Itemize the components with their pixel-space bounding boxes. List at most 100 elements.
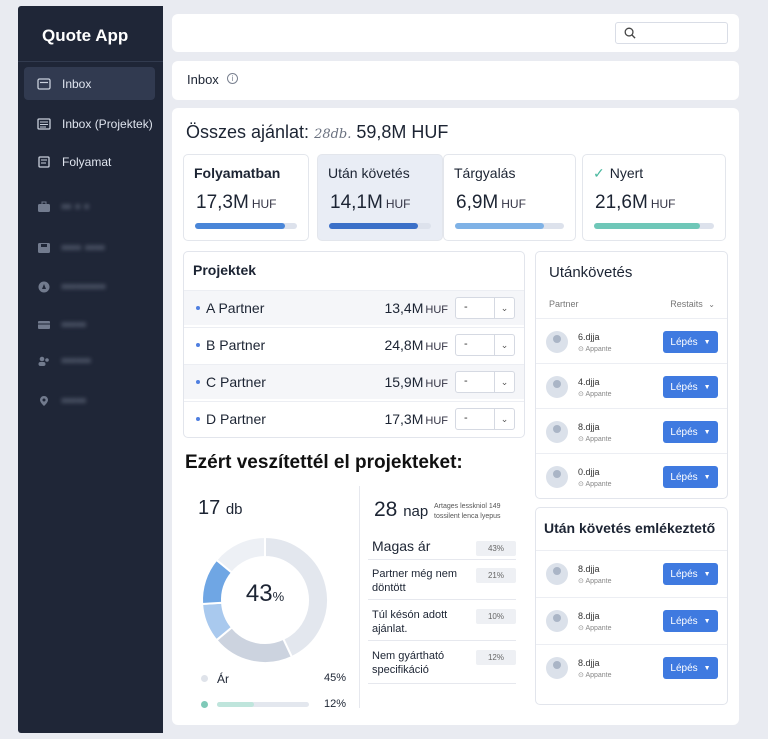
step-button[interactable]: Lépés ▼ bbox=[663, 331, 718, 353]
kpi-value-unit: HUF bbox=[385, 197, 411, 211]
partner-sub: ⊙ Appante bbox=[578, 671, 612, 679]
top-bar bbox=[172, 14, 739, 52]
sidebar-item-0[interactable]: Inbox bbox=[24, 67, 155, 100]
legend-dot bbox=[201, 701, 208, 708]
table-row[interactable]: B Partner 24,8M HUF - ⌄ bbox=[184, 327, 524, 362]
lost-count: 17 db bbox=[198, 497, 243, 520]
sidebar-item-3[interactable]: ▪▪ ▪ ▪ bbox=[24, 190, 155, 223]
reason-label: Partner még nem döntött bbox=[372, 568, 457, 594]
select-value: - bbox=[464, 412, 468, 424]
table-row[interactable]: D Partner 17,3M HUF - ⌄ bbox=[184, 401, 524, 436]
info-icon[interactable]: i bbox=[227, 73, 238, 84]
reasons-panel: 28 nap Artages lesskniol 149 tossilent l… bbox=[359, 486, 524, 708]
partner-sub-text: Appante bbox=[585, 436, 612, 443]
project-value: 24,8M HUF bbox=[384, 337, 448, 353]
sidebar-item-label: ▪▪▪▪ ▪▪▪▪ bbox=[62, 241, 106, 254]
sidebar-item-4[interactable]: ▪▪▪▪ ▪▪▪▪ bbox=[24, 231, 155, 264]
project-status-select[interactable]: - ⌄ bbox=[455, 408, 515, 430]
avatar bbox=[546, 421, 568, 443]
project-status-select[interactable]: - ⌄ bbox=[455, 371, 515, 393]
sidebar-item-label: Inbox (Projektek) bbox=[62, 116, 153, 131]
lost-days-value: 28 bbox=[374, 498, 398, 521]
sidebar-item-2[interactable]: Folyamat bbox=[24, 145, 155, 178]
kpi-label-text: Után követés bbox=[328, 165, 410, 181]
projects-card: Projektek A Partner 13,4M HUF - ⌄ B Partner 24… bbox=[183, 251, 525, 438]
table-row[interactable]: C Partner 15,9M HUF - ⌄ bbox=[184, 364, 524, 399]
kpi-progress-fill bbox=[195, 223, 285, 229]
reason-percent: 10% bbox=[476, 609, 516, 624]
kpi-card-0[interactable]: Folyamatban 17,3M HUF bbox=[183, 154, 309, 241]
search-input[interactable] bbox=[615, 22, 728, 44]
kpi-value: 17,3M HUF bbox=[196, 192, 276, 214]
sidebar-item-1[interactable]: Inbox (Projektek) bbox=[24, 107, 155, 140]
caret-down-icon: ▼ bbox=[703, 570, 711, 578]
step-button-label: Lépés bbox=[670, 471, 698, 483]
partner-sub-text: Appante bbox=[585, 672, 612, 679]
project-value-number: 13,4M bbox=[384, 300, 424, 316]
sidebar-item-label: ▪▪▪▪▪▪ bbox=[62, 354, 92, 367]
partner-name: 0.djja bbox=[578, 467, 600, 477]
list-item: 8.djja ⊙ Appante Lépés ▼ bbox=[536, 550, 727, 595]
project-status-select[interactable]: - ⌄ bbox=[455, 297, 515, 319]
kpi-progress-track bbox=[195, 223, 297, 229]
legend-bar bbox=[217, 702, 309, 707]
dashboard-panel: Összes ajánlat: 28db. 59,8M HUF Folyamat… bbox=[172, 108, 739, 725]
sidebar-item-label: ▪▪ ▪ ▪ bbox=[62, 200, 90, 213]
step-button[interactable]: Lépés ▼ bbox=[663, 376, 718, 398]
reason-percent: 12% bbox=[476, 650, 516, 665]
step-button[interactable]: Lépés ▼ bbox=[663, 657, 718, 679]
sidebar-item-7[interactable]: ▪▪▪▪▪▪ bbox=[24, 344, 155, 377]
legend-value: 12% bbox=[323, 698, 346, 710]
partner-name: 8.djja bbox=[578, 658, 600, 668]
reason-label: Túl késón adott ajánlat. bbox=[372, 609, 448, 635]
step-button[interactable]: Lépés ▼ bbox=[663, 610, 718, 632]
caret-down-icon: ▼ bbox=[703, 428, 711, 436]
sidebar-item-8[interactable]: ▪▪▪▪▪ bbox=[24, 384, 155, 417]
reason-row: Nem gyártható specifikáció 12% bbox=[368, 644, 516, 684]
kpi-card-3[interactable]: ✓ Nyert 21,6M HUF bbox=[582, 154, 726, 241]
avatar bbox=[546, 466, 568, 488]
avatar bbox=[546, 563, 568, 585]
column-header-status[interactable]: Restaits ⌄ bbox=[670, 299, 715, 309]
step-button[interactable]: Lépés ▼ bbox=[663, 563, 718, 585]
sidebar-item-5[interactable]: ▪▪▪▪▪▪▪▪▪ bbox=[24, 270, 155, 303]
sidebar-item-label: ▪▪▪▪▪ bbox=[62, 394, 87, 407]
step-button[interactable]: Lépés ▼ bbox=[663, 421, 718, 443]
reminder-title: Után követés emlékeztető bbox=[544, 520, 716, 536]
partner-sub-text: Appante bbox=[585, 625, 612, 632]
lost-days-note: Artages lesskniol 149 tossilent lenca ly… bbox=[434, 503, 501, 520]
donut-slice-1 bbox=[215, 626, 294, 664]
kpi-value-number: 6,9M bbox=[456, 192, 499, 213]
donut-center-value: 43 bbox=[245, 580, 273, 607]
bullet-icon bbox=[196, 417, 200, 421]
kpi-label-text: Tárgyalás bbox=[454, 165, 516, 181]
table-row[interactable]: A Partner 13,4M HUF - ⌄ bbox=[184, 290, 524, 325]
sidebar: Quote App Inbox Inbox (Projektek) Folyamat… bbox=[18, 6, 163, 733]
kpi-card-1[interactable]: Után követés 14,1M HUF bbox=[317, 154, 443, 241]
caret-down-icon: ▼ bbox=[703, 383, 711, 391]
avatar bbox=[546, 376, 568, 398]
projects-title: Projektek bbox=[193, 262, 257, 278]
app-title: Quote App bbox=[42, 26, 129, 45]
followup-title: Utánkövetés bbox=[549, 264, 633, 281]
select-value: - bbox=[464, 338, 468, 350]
step-button-label: Lépés bbox=[670, 615, 698, 627]
legend-label: Ár bbox=[217, 672, 229, 686]
bullet-icon bbox=[196, 306, 200, 310]
step-button-label: Lépés bbox=[670, 381, 698, 393]
list-item: 8.djja ⊙ Appante Lépés ▼ bbox=[536, 408, 727, 453]
project-status-select[interactable]: - ⌄ bbox=[455, 334, 515, 356]
legend-value: 45% bbox=[323, 672, 346, 684]
column-header-status-label: Restaits bbox=[670, 299, 703, 309]
kpi-label: ✓ Nyert bbox=[593, 165, 643, 182]
partner-sub: ⊙ Appante bbox=[578, 390, 612, 398]
kpi-card-2[interactable]: Tárgyalás 6,9M HUF bbox=[443, 154, 576, 241]
avatar bbox=[546, 610, 568, 632]
partner-sub-text: Appante bbox=[585, 578, 612, 585]
step-button[interactable]: Lépés ▼ bbox=[663, 466, 718, 488]
list-icon bbox=[37, 117, 51, 130]
kpi-progress-track bbox=[329, 223, 431, 229]
summary-total: Összes ajánlat: 28db. 59,8M HUF bbox=[186, 122, 448, 143]
step-button-label: Lépés bbox=[670, 426, 698, 438]
sidebar-item-6[interactable]: ▪▪▪▪▪ bbox=[24, 308, 155, 341]
